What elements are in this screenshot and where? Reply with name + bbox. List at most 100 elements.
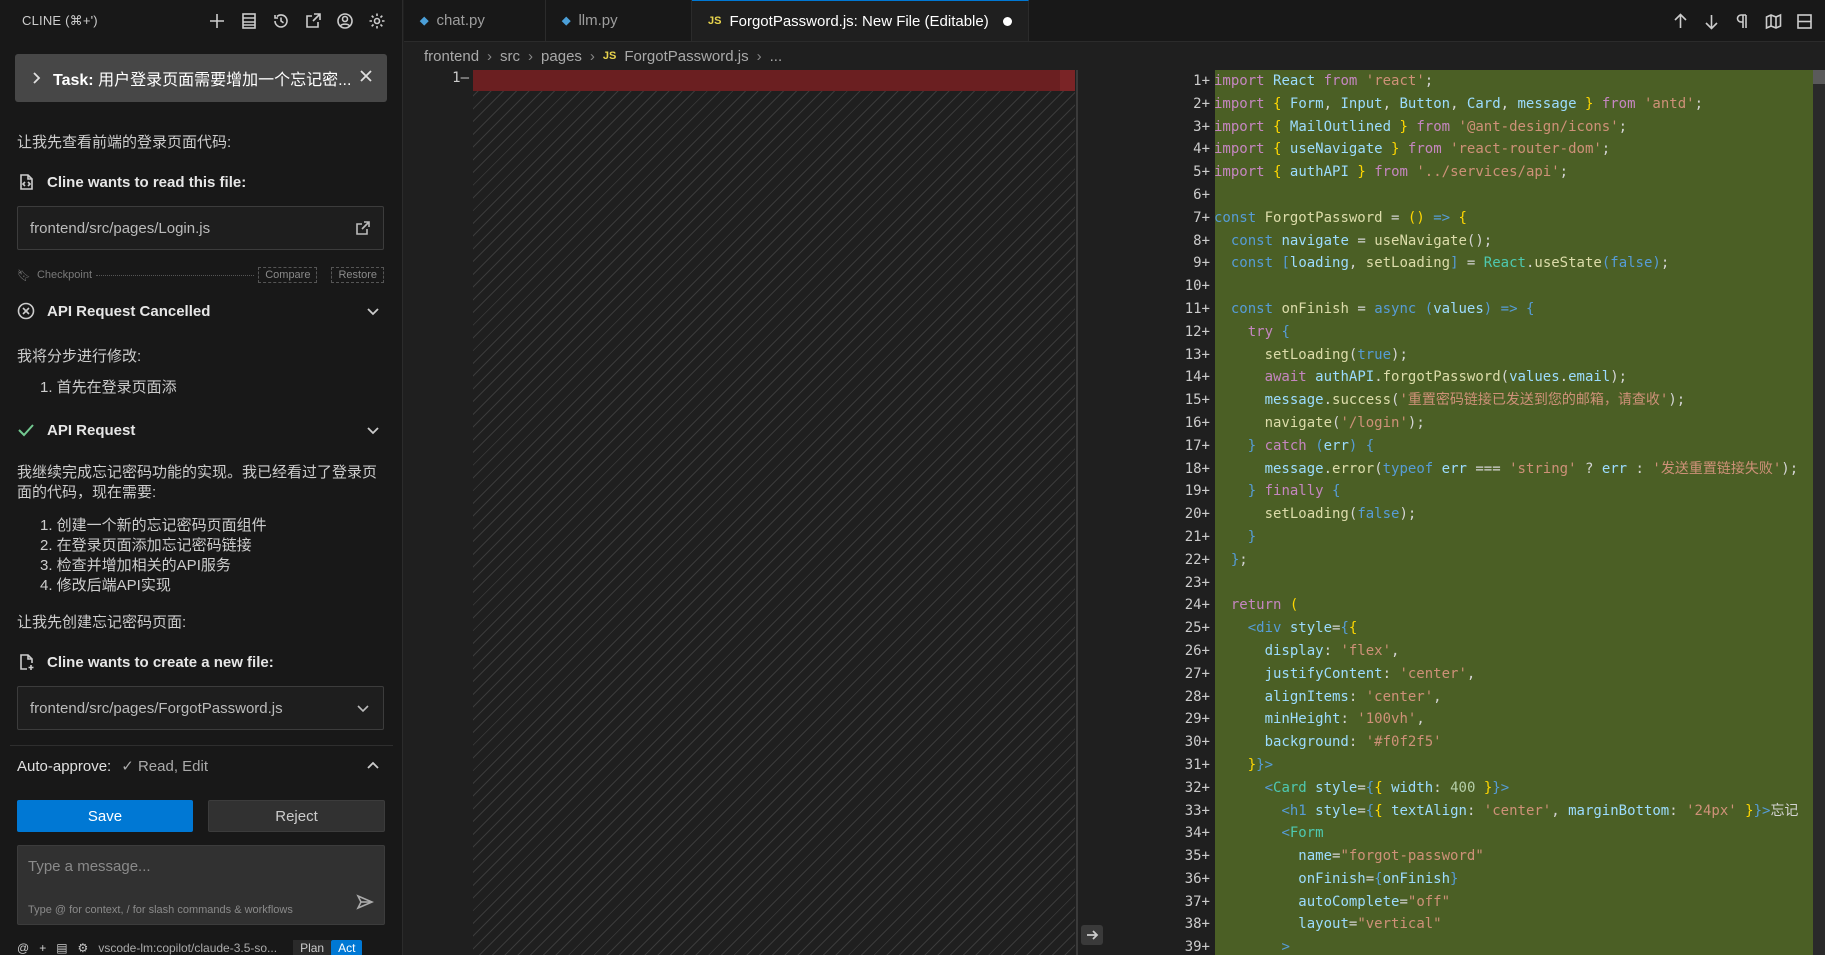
gear-icon[interactable]: [366, 10, 388, 32]
code-token: ForgotPassword: [1264, 209, 1383, 226]
chevron-right-icon[interactable]: [29, 71, 43, 85]
model-selector[interactable]: vscode-lm:copilot/claude-3.5-so...: [98, 941, 277, 955]
code-line[interactable]: 1+ import React from 'react';: [1116, 70, 1825, 93]
mode-toggle[interactable]: Plan Act: [293, 940, 363, 955]
code-line[interactable]: 21+ }: [1116, 526, 1825, 549]
code-line[interactable]: 9+ const [loading, setLoading] = React.u…: [1116, 252, 1825, 275]
save-button[interactable]: Save: [17, 800, 193, 832]
history-list-icon[interactable]: [238, 10, 260, 32]
code-line[interactable]: 26+ display: 'flex',: [1116, 640, 1825, 663]
vertical-scrollbar[interactable]: [1813, 70, 1825, 955]
auto-approve-row[interactable]: Auto-approve: ✓ Read, Edit: [17, 757, 384, 775]
api-request-row[interactable]: API Request: [17, 421, 384, 439]
tab-forgotpassword-js[interactable]: JS ForgotPassword.js: New File (Editable…: [692, 0, 1029, 41]
send-icon[interactable]: [356, 893, 375, 916]
popout-icon[interactable]: [302, 10, 324, 32]
code-line[interactable]: 3+ import { MailOutlined } from '@ant-des…: [1116, 116, 1825, 139]
code-line[interactable]: 15+ message.success('重置密码链接已发送到您的邮箱，请查收'…: [1116, 389, 1825, 412]
code-line[interactable]: 23+: [1116, 572, 1825, 595]
tab-llm-py[interactable]: ◆ llm.py: [546, 0, 692, 41]
read-file-path-box[interactable]: frontend/src/pages/Login.js: [17, 206, 384, 250]
code-line[interactable]: 18+ message.error(typeof err === 'string…: [1116, 458, 1825, 481]
code-token: forgotPassword: [1382, 369, 1501, 386]
chevron-down-icon[interactable]: [355, 700, 371, 716]
code-line[interactable]: 30+ background: '#f0f2f5': [1116, 731, 1825, 754]
code-line[interactable]: 39+ >: [1116, 936, 1825, 955]
code-line[interactable]: 7+ const ForgotPassword = () => {: [1116, 207, 1825, 230]
pilcrow-icon[interactable]: [1734, 13, 1751, 30]
code-line[interactable]: 16+ navigate('/login');: [1116, 412, 1825, 435]
unsaved-dot-icon[interactable]: [1002, 16, 1012, 26]
map-icon[interactable]: [1765, 13, 1782, 30]
arrow-up-icon[interactable]: [1672, 12, 1689, 30]
tab-chat-py[interactable]: ◆ chat.py: [404, 0, 546, 41]
task-header[interactable]: Task: 用户登录页面需要增加一个忘记密...: [15, 54, 387, 102]
code-line[interactable]: 31+ }}>: [1116, 754, 1825, 777]
at-mention-icon[interactable]: @: [17, 941, 29, 955]
chevron-up-icon[interactable]: [364, 757, 382, 775]
breadcrumb-item[interactable]: ...: [770, 48, 783, 65]
code-line[interactable]: 2+ import { Form, Input, Button, Card, me…: [1116, 93, 1825, 116]
code-line[interactable]: 10+: [1116, 275, 1825, 298]
api-cancelled-row[interactable]: API Request Cancelled: [17, 302, 384, 320]
code-line[interactable]: 17+ } catch (err) {: [1116, 435, 1825, 458]
code-line[interactable]: 29+ minHeight: '100vh',: [1116, 708, 1825, 731]
code-line[interactable]: 6+: [1116, 184, 1825, 207]
code-line[interactable]: 34+ <Form: [1116, 822, 1825, 845]
code-line[interactable]: 13+ setLoading(true);: [1116, 344, 1825, 367]
line-number: 39+: [1184, 939, 1210, 955]
code-line[interactable]: 20+ setLoading(false);: [1116, 503, 1825, 526]
compare-button[interactable]: Compare: [258, 267, 318, 283]
code-text: <Form: [1212, 822, 1323, 845]
restore-button[interactable]: Restore: [331, 267, 384, 283]
create-file-path-box[interactable]: frontend/src/pages/ForgotPassword.js: [17, 686, 384, 730]
code-text: minHeight: '100vh',: [1212, 708, 1425, 731]
breadcrumb-item[interactable]: pages: [541, 48, 582, 65]
code-line[interactable]: 25+ <div style={{: [1116, 617, 1825, 640]
code-line[interactable]: 37+ autoComplete="off": [1116, 891, 1825, 914]
code-line[interactable]: 11+ const onFinish = async (values) => {: [1116, 298, 1825, 321]
account-icon[interactable]: [334, 10, 356, 32]
code-line[interactable]: 19+ } finally {: [1116, 480, 1825, 503]
code-line[interactable]: 32+ <Card style={{ width: 400 }}>: [1116, 777, 1825, 800]
code-line[interactable]: 33+ <h1 style={{ textAlign: 'center', ma…: [1116, 800, 1825, 823]
plus-icon[interactable]: [206, 10, 228, 32]
code-line[interactable]: 24+ return (: [1116, 594, 1825, 617]
open-external-icon[interactable]: [355, 220, 371, 236]
breadcrumb-item[interactable]: frontend: [424, 48, 479, 65]
code-token: :: [1323, 642, 1341, 659]
code-line[interactable]: 4+ import { useNavigate } from 'react-rou…: [1116, 138, 1825, 161]
breadcrumb-item[interactable]: ForgotPassword.js: [624, 48, 748, 65]
arrow-down-icon[interactable]: [1703, 13, 1720, 30]
server-icon[interactable]: ▤: [56, 941, 67, 955]
diff-modified-pane[interactable]: 1+ import React from 'react'; 2+ import { F…: [1116, 66, 1825, 955]
chevron-down-icon[interactable]: [364, 302, 382, 320]
breadcrumb-item[interactable]: src: [500, 48, 520, 65]
scrollbar-thumb[interactable]: [1813, 70, 1825, 84]
code-line[interactable]: 28+ alignItems: 'center',: [1116, 686, 1825, 709]
code-line[interactable]: 5+ import { authAPI } from '../services/a…: [1116, 161, 1825, 184]
close-icon[interactable]: [359, 69, 373, 88]
code-line[interactable]: 8+ const navigate = useNavigate();: [1116, 230, 1825, 253]
revert-arrow-icon[interactable]: [1081, 925, 1103, 945]
chevron-down-icon[interactable]: [364, 421, 382, 439]
model-icon[interactable]: ⚙: [78, 941, 89, 955]
code-line[interactable]: 36+ onFinish={onFinish}: [1116, 868, 1825, 891]
mode-plan[interactable]: Plan: [293, 940, 332, 955]
message-input[interactable]: Type a message... Type @ for context, / …: [17, 845, 385, 925]
code-line[interactable]: 27+ justifyContent: 'center',: [1116, 663, 1825, 686]
split-icon[interactable]: [1796, 13, 1813, 30]
diff-original-pane[interactable]: 1—: [404, 66, 1075, 955]
code-line[interactable]: 12+ try {: [1116, 321, 1825, 344]
plus-icon[interactable]: +: [39, 941, 46, 955]
history-icon[interactable]: [270, 10, 292, 32]
reject-button[interactable]: Reject: [208, 800, 385, 832]
code-line[interactable]: 22+ };: [1116, 549, 1825, 572]
mode-act[interactable]: Act: [331, 940, 363, 955]
code-token: :: [1348, 688, 1366, 705]
code-line[interactable]: 14+ await authAPI.forgotPassword(values.…: [1116, 366, 1825, 389]
code-line[interactable]: 35+ name="forgot-password": [1116, 845, 1825, 868]
code-token: "forgot-password": [1340, 848, 1484, 865]
code-line[interactable]: 38+ layout="vertical": [1116, 913, 1825, 936]
